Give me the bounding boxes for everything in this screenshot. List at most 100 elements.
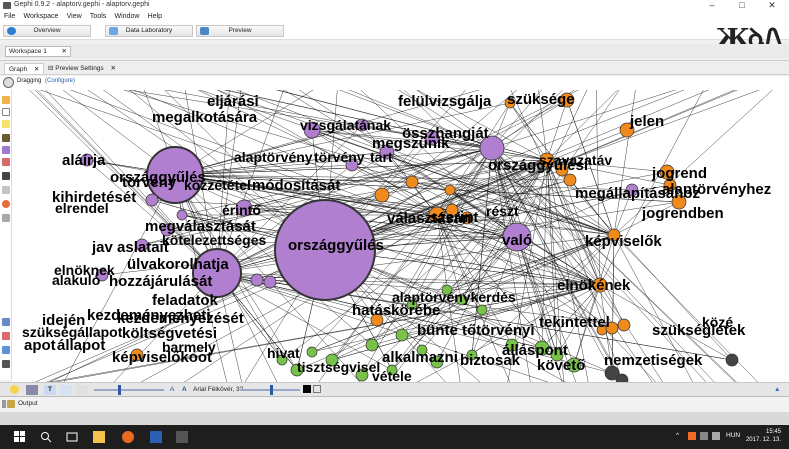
node-label: elrendel [55,200,109,216]
node-label: ülvakorolhatja [127,256,229,273]
tab-preview-settings[interactable]: ⊟ Preview Settings ✕ [44,63,120,74]
brush-icon[interactable] [2,146,10,154]
volume-icon[interactable] [712,432,720,440]
language-indicator[interactable]: HUN [726,432,740,439]
text-color-icon[interactable] [2,332,10,340]
label-color-icon[interactable] [76,385,88,395]
label-color-swatch[interactable] [303,385,311,393]
clock[interactable]: 15:45 2017. 12. 13. [746,428,781,444]
edge-weight-slider[interactable] [94,389,164,391]
node-label: vizsgálatának [300,117,391,133]
expand-arrow-icon[interactable]: ▲ [774,385,782,393]
text-size-icon[interactable] [2,346,10,354]
data-laboratory-button[interactable]: Data Laboratory [105,25,193,37]
preview-label: Preview [228,27,252,34]
configure-link[interactable]: (Configure) [45,78,75,84]
graph-node[interactable] [306,346,318,358]
workspace-tab[interactable]: Workspace 1 ✕ [5,46,71,57]
node-label: szerint [430,209,478,226]
firefox-icon[interactable] [122,431,134,443]
heat-map-icon[interactable] [2,200,10,208]
task-view-icon[interactable] [66,431,78,443]
maximize-button[interactable]: □ [731,0,753,11]
search-icon[interactable] [2,318,10,326]
graph-node[interactable] [617,318,631,332]
graph-node[interactable] [725,353,739,367]
menu-view[interactable]: View [63,11,84,22]
menu-help[interactable]: Help [144,11,164,22]
edge-pencil-icon[interactable] [2,172,10,180]
node-label: közé [702,314,733,330]
node-label: jelen [629,113,664,130]
tab-graph-close-icon[interactable]: ✕ [34,66,39,73]
preview-button[interactable]: Preview [196,25,284,37]
node-label: elnökének [557,277,631,294]
graph-node[interactable] [365,338,379,352]
font-size-increase[interactable]: A [182,385,187,395]
graph-node[interactable] [444,184,456,196]
rectangle-select-icon[interactable] [2,108,10,116]
menu-window[interactable]: Window [111,11,142,22]
node-label: felülvizsgálja [398,93,492,110]
window-title: Gephi 0.9.2 - alaptorv.gephi - alaptorv.… [14,1,150,8]
edge-toggle-icon[interactable] [60,385,72,395]
word-icon[interactable] [150,431,162,443]
output-panel-icon [2,400,6,408]
output-bar: Output [0,397,789,412]
font-selector[interactable]: Arial Félkövér, 32 [193,385,243,395]
node-label: követő [537,357,585,374]
overview-label: Overview [33,27,61,34]
windows-start-icon[interactable] [14,431,26,443]
status-strip [0,412,789,425]
close-button[interactable]: ✕ [761,0,783,11]
font-size-decrease[interactable]: A [170,385,174,395]
edge-weight-slider-handle[interactable] [118,385,121,395]
light-bulb-icon[interactable] [10,385,19,394]
graph-node[interactable] [145,193,159,207]
shortest-path-icon[interactable] [2,186,10,194]
node-label: érintő [222,202,261,218]
menu-file[interactable]: File [0,11,17,22]
graph-node[interactable] [374,187,390,203]
node-pencil-icon[interactable] [2,214,10,222]
gephi-taskbar-icon[interactable] [176,431,188,443]
node-label: aláírja [62,152,106,169]
show-labels-icon[interactable]: T [44,385,56,395]
tab-preview-settings-label: Preview Settings [55,65,104,72]
drag-tool-icon[interactable] [2,120,10,128]
graph-node[interactable] [263,275,277,289]
menu-tools[interactable]: Tools [86,11,108,22]
graph-node[interactable] [250,273,264,287]
select-tool-icon[interactable] [2,96,10,104]
minimize-button[interactable]: – [701,0,723,11]
graph-svg[interactable]: követelményeieljárásimegalkotásárafelülv… [12,90,789,382]
file-explorer-icon[interactable] [93,431,105,443]
graph-node[interactable] [395,328,409,342]
workspace-tab-close-icon[interactable]: ✕ [62,47,67,56]
data-laboratory-icon [109,27,118,35]
tab-preview-settings-close-icon[interactable]: ✕ [111,65,116,72]
graph-node[interactable] [476,304,488,316]
network-icon[interactable] [700,432,708,440]
pencil-icon[interactable] [2,134,10,142]
label-style-icon[interactable] [313,385,321,393]
tab-graph[interactable]: Graph ✕ [4,63,45,74]
dragging-label: Dragging [17,78,42,84]
tray-arrow-icon[interactable]: ^ [676,432,679,439]
node-label: közzététel [184,177,251,193]
menu-workspace[interactable]: Workspace [20,11,61,22]
font-icon[interactable] [2,360,10,368]
node-label: vétele [372,368,412,382]
overview-button[interactable]: Overview [3,25,91,37]
graph-canvas[interactable]: követelményeieljárásimegalkotásárafelülv… [12,90,789,382]
label-size-slider-handle[interactable] [270,385,273,395]
screenshot-icon[interactable] [26,385,38,395]
graph-node[interactable] [405,175,419,189]
tray-app-icon[interactable] [688,432,696,440]
graph-tools-sidebar [0,90,12,380]
node-label: képviselőkoot [112,349,212,366]
output-tab[interactable]: Output [18,400,38,407]
mode-bar: Overview Data Laboratory Preview [0,22,789,40]
search-taskbar-icon[interactable] [40,431,52,443]
size-tool-icon[interactable] [2,158,10,166]
